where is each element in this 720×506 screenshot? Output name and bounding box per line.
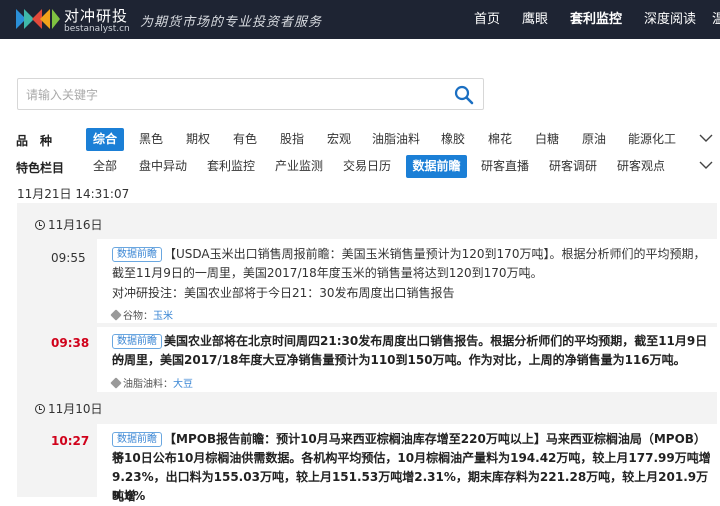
category-chip-ferrous[interactable]: 黑色 [134,128,168,151]
logo-icon[interactable] [14,6,62,32]
chevron-down-icon[interactable] [698,159,714,173]
category-label: 品 种 [16,134,53,148]
list-item[interactable]: 数据前瞻 【MPOB报告前瞻：预计10月马来西亚棕榈油库存增至220万吨以上】马来… [97,424,717,504]
list-item[interactable]: 数据前瞻 美国农业部将在北京时间周四21:30发布周度出口销售报告。根据分析师们的… [97,327,717,392]
feature-chip-industry[interactable]: 产业监测 [271,155,327,178]
item-time: 09:55 [51,251,86,265]
feature-chip-all[interactable]: 全部 [88,155,122,178]
feature-chip-opinions[interactable]: 研客观点 [613,155,669,178]
chevron-down-icon[interactable] [698,132,714,146]
category-chip-cotton[interactable]: 棉花 [483,128,517,151]
item-time: 09:38 [51,336,90,350]
category-chip-options[interactable]: 期权 [181,128,215,151]
feature-chip-arbitrage[interactable]: 套利监控 [203,155,259,178]
brand-title[interactable]: 对冲研投 [64,5,128,26]
feature-chip-intraday[interactable]: 盘中异动 [135,155,191,178]
item-text-line: 一周里，美国2017/18年度大豆净销售量预计为110到150万吨。作为对比，上… [112,353,686,367]
date-header: 11月10日 [35,400,103,417]
category-chip-sugar[interactable]: 白糖 [530,128,564,151]
feature-chip-data-preview[interactable]: 数据前瞻 [406,155,467,178]
nav-eagle-eye[interactable]: 鹰眼 [522,0,548,39]
search-icon[interactable] [453,84,475,106]
category-chip-nonferrous[interactable]: 有色 [228,128,262,151]
brand-url: bestanalyst.cn [64,24,130,34]
tag-link[interactable]: 玉米 [153,311,173,322]
search-box [17,78,484,110]
item-badge: 数据前瞻 [112,247,162,262]
nav-home[interactable]: 首页 [474,0,500,39]
nav-more[interactable]: 温 [712,0,720,39]
nav-deep-reading[interactable]: 深度阅读 [644,0,696,39]
item-text-line: 于10日公布10月棕榈油供需数据。各机构平均预估，10月棕榈油产量料为194.4… [112,451,711,465]
feature-label: 特色栏目 [16,161,65,175]
category-chip-crude-oil[interactable]: 原油 [577,128,611,151]
list-item[interactable]: 数据前瞻 【USDA玉米出口销售周报前瞻：美国玉米销售量预计为120到170万吨】… [97,239,717,323]
category-chip-comprehensive[interactable]: 综合 [86,128,124,151]
item-badge: 数据前瞻 [112,334,162,349]
tag-icon [110,309,122,321]
category-chip-stock-index[interactable]: 股指 [275,128,309,151]
item-text-line: 截至11月9日的一周里，美国2017/18年度玉米的销售量将达到120到170万… [112,266,543,280]
item-tags: 谷物：玉米 [110,307,173,322]
feature-chip-live[interactable]: 研客直播 [477,155,533,178]
tag-icon [110,377,122,389]
item-note: 对冲研投注：美国农业部将于今日21：30发布周度出口销售报告 [112,286,455,300]
item-text-line: 9.23%，出口料为155.03万吨，较上月151.53万吨增2.31%，期末库… [112,470,709,503]
date-header: 11月16日 [35,216,103,233]
item-tags: 油脂油料：大豆 [110,375,193,390]
clock-icon [35,404,45,414]
brand-slogan: 为期货市场的专业投资者服务 [140,15,323,30]
item-time: 10:27 [51,434,90,448]
nav-arbitrage-monitor[interactable]: 套利监控 [570,0,622,39]
category-chip-macro[interactable]: 宏观 [322,128,356,151]
item-text-line: 数据前瞻 【USDA玉米出口销售周报前瞻：美国玉米销售量预计为120到170万吨】… [112,245,705,264]
top-navigation-bar: 对冲研投 bestanalyst.cn 为期货市场的专业投资者服务 首页 鹰眼 … [0,0,720,39]
category-chip-energy-chemical[interactable]: 能源化工 [624,128,680,151]
tag-link[interactable]: 大豆 [173,379,193,390]
item-badge: 数据前瞻 [112,432,162,447]
category-chip-oils[interactable]: 油脂油料 [369,128,423,151]
current-time: 11月21日 14:31:07 [17,187,130,201]
search-input[interactable] [26,85,446,105]
news-feed: 11月16日 09:55 数据前瞻 【USDA玉米出口销售周报前瞻：美国玉米销售量… [17,203,717,504]
feature-chip-research[interactable]: 研客调研 [545,155,601,178]
category-chip-rubber[interactable]: 橡胶 [436,128,470,151]
clock-icon [35,220,45,230]
feature-chip-calendar[interactable]: 交易日历 [339,155,395,178]
